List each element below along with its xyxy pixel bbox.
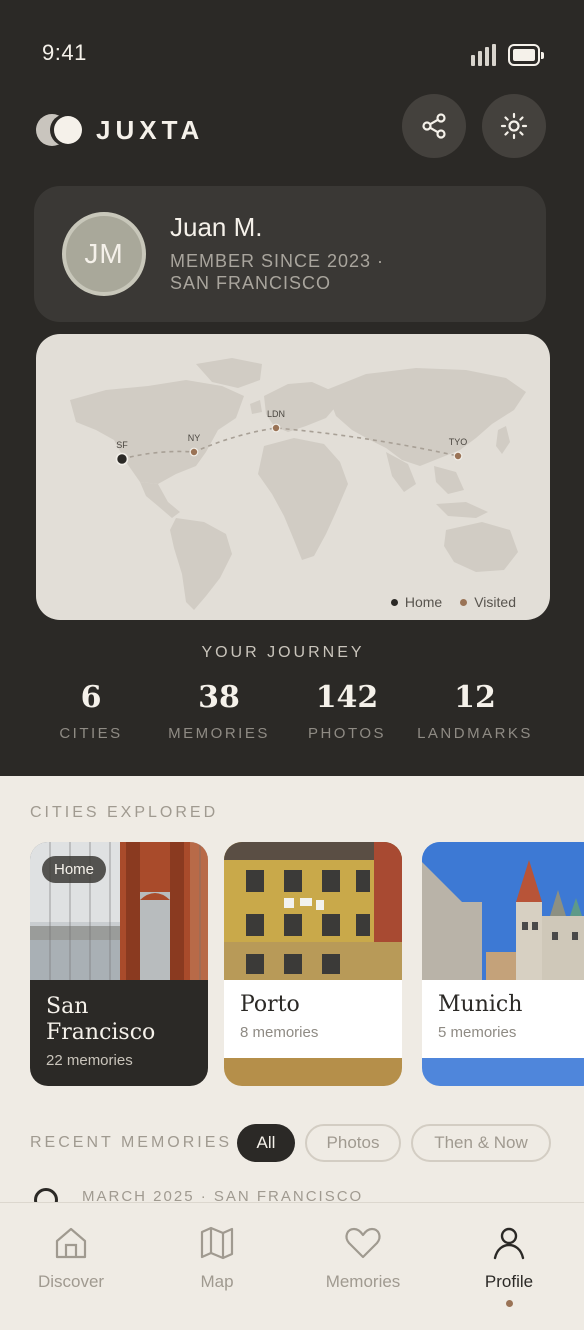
map-marker-label: NY bbox=[188, 433, 201, 443]
city-card-porto[interactable]: Porto 8 memories bbox=[224, 842, 402, 1086]
status-icons bbox=[471, 44, 544, 66]
profile-home-city: SAN FRANCISCO bbox=[170, 273, 332, 293]
heart-icon bbox=[345, 1227, 381, 1259]
signal-icon bbox=[471, 44, 496, 66]
map-marker-label: LDN bbox=[267, 409, 285, 419]
city-info: Porto 8 memories bbox=[224, 980, 402, 1058]
settings-button[interactable] bbox=[482, 94, 546, 158]
stat-label: CITIES bbox=[59, 725, 123, 742]
stat-photos: 142 PHOTOS bbox=[282, 680, 412, 742]
world-map: SF NY LDN TYO bbox=[70, 358, 526, 610]
city-card-munich[interactable]: Munich 5 memories bbox=[422, 842, 584, 1086]
stat-landmarks: 12 LANDMARKS bbox=[410, 680, 540, 742]
map-icon bbox=[200, 1226, 234, 1260]
city-memory-count: 5 memories bbox=[438, 1024, 517, 1041]
tab-memories[interactable]: Memories bbox=[303, 1223, 423, 1292]
filter-chip-then-now[interactable]: Then & Now bbox=[411, 1124, 551, 1162]
avatar[interactable]: JM bbox=[62, 212, 146, 296]
map-legend: Home Visited bbox=[390, 594, 516, 610]
tab-label: Discover bbox=[37, 1272, 105, 1291]
stat-memories: 38 MEMORIES bbox=[154, 680, 284, 742]
legend-visited-dot bbox=[460, 598, 468, 606]
city-info: San Francisco 22 memories bbox=[30, 980, 208, 1083]
city-photo-munich bbox=[422, 842, 584, 980]
stat-value: 6 bbox=[80, 680, 102, 715]
filter-chip-all[interactable]: All bbox=[237, 1124, 295, 1162]
home-icon bbox=[55, 1227, 87, 1259]
status-time: 9:41 bbox=[42, 40, 87, 65]
stat-value: 142 bbox=[315, 680, 379, 715]
cities-section-title: CITIES EXPLORED bbox=[30, 804, 219, 821]
tab-profile[interactable]: Profile bbox=[449, 1223, 569, 1307]
legend-visited: Visited bbox=[460, 594, 516, 610]
map-marker-ldn[interactable] bbox=[271, 423, 281, 433]
legend-home-label: Home bbox=[404, 594, 443, 610]
map-marker-ny[interactable] bbox=[189, 447, 199, 457]
stat-label: MEMORIES bbox=[168, 725, 270, 742]
sun-icon bbox=[500, 112, 528, 140]
profile-card: JM Juan M. MEMBER SINCE 2023 · SAN FRANC… bbox=[34, 186, 546, 322]
map-marker-label: TYO bbox=[449, 437, 468, 447]
city-photo-porto bbox=[224, 842, 402, 980]
person-icon bbox=[493, 1227, 525, 1260]
app-name: JUXTA bbox=[96, 114, 205, 145]
city-memory-count: 8 memories bbox=[240, 1024, 319, 1041]
bottom-tab-bar: Discover Map Memories Profile bbox=[0, 1202, 584, 1330]
stat-cities: 6 CITIES bbox=[26, 680, 156, 742]
filter-chip-photos[interactable]: Photos bbox=[305, 1124, 401, 1162]
battery-icon bbox=[508, 44, 544, 66]
logo-mark-icon bbox=[36, 112, 86, 148]
legend-home: Home bbox=[390, 594, 443, 610]
city-name: Munich bbox=[438, 992, 523, 1017]
stat-value: 38 bbox=[198, 680, 240, 715]
recent-section-title: RECENT MEMORIES bbox=[30, 1134, 233, 1151]
stat-label: PHOTOS bbox=[307, 725, 387, 742]
profile-name: Juan M. bbox=[170, 212, 263, 242]
legend-visited-label: Visited bbox=[474, 594, 516, 610]
tab-label: Profile bbox=[484, 1272, 534, 1291]
app-screen: 9:41 JUXTA JM Juan M. MEMBER SINCE 2023 … bbox=[0, 0, 584, 1330]
city-info: Munich 5 memories bbox=[422, 980, 584, 1058]
share-button[interactable] bbox=[402, 94, 466, 158]
tab-label: Map bbox=[200, 1272, 234, 1291]
legend-home-dot bbox=[390, 598, 398, 606]
profile-meta: MEMBER SINCE 2023 · SAN FRANCISCO bbox=[170, 250, 450, 294]
active-tab-indicator bbox=[505, 1300, 513, 1307]
city-memory-count: 22 memories bbox=[46, 1052, 133, 1069]
map-marker-sf[interactable] bbox=[115, 452, 129, 466]
stat-label: LANDMARKS bbox=[417, 725, 533, 742]
city-name: San Francisco bbox=[46, 994, 192, 1046]
stat-value: 12 bbox=[454, 680, 496, 715]
share-icon bbox=[422, 113, 446, 139]
city-card-san-francisco[interactable]: Home San Francisco 22 memories bbox=[30, 842, 208, 1086]
map-marker-tyo[interactable] bbox=[453, 451, 463, 461]
tab-label: Memories bbox=[325, 1272, 401, 1291]
map-land bbox=[70, 358, 526, 610]
city-name-line: San bbox=[46, 994, 89, 1019]
map-marker-label: SF bbox=[116, 440, 128, 450]
city-name-line: Francisco bbox=[46, 1020, 156, 1045]
profile-member-since: MEMBER SINCE 2023 · bbox=[170, 251, 385, 271]
journey-title: YOUR JOURNEY bbox=[201, 644, 365, 661]
journey-map[interactable]: SF NY LDN TYO Home Visited bbox=[36, 334, 550, 620]
city-name: Porto bbox=[240, 992, 300, 1017]
home-badge: Home bbox=[42, 856, 107, 883]
app-logo: JUXTA bbox=[36, 112, 204, 148]
tab-discover[interactable]: Discover bbox=[11, 1223, 131, 1292]
tab-map[interactable]: Map bbox=[157, 1223, 277, 1292]
